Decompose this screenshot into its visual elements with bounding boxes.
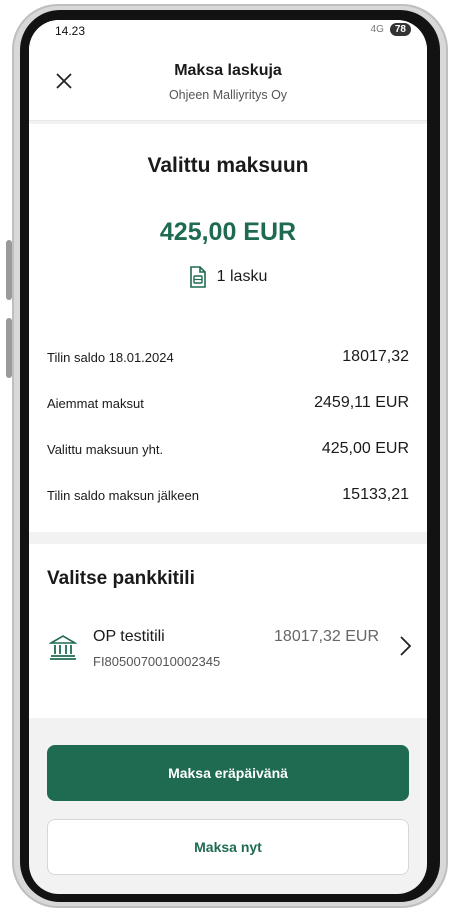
power-button — [6, 318, 12, 378]
summary-row: Valittu maksuun yht. 425,00 EUR — [47, 440, 409, 458]
account-name: OP testitili — [93, 628, 165, 645]
summary-row-label: Valittu maksuun yht. — [47, 441, 164, 457]
summary-row: Tilin saldo 18.01.2024 18017,32 — [47, 348, 409, 366]
status-bar: 14.23 4G 78 — [29, 20, 427, 44]
summary-row-label: Tilin saldo 18.01.2024 — [47, 349, 174, 365]
summary-title: Valittu maksuun — [147, 154, 309, 177]
invoice-count: 1 lasku — [29, 266, 427, 288]
summary-row: Tilin saldo maksun jälkeen 15133,21 — [47, 486, 409, 504]
volume-button — [6, 240, 12, 300]
summary-row-label: Tilin saldo maksun jälkeen — [47, 487, 199, 503]
chevron-right-icon — [400, 636, 412, 656]
status-time: 14.23 — [55, 24, 86, 38]
pay-now-button[interactable]: Maksa nyt — [47, 819, 409, 875]
header: Maksa laskuja Ohjeen Malliyritys Oy — [29, 44, 427, 121]
signal-icon: 4G — [370, 24, 384, 35]
section-title: Valitse pankkitili — [47, 568, 195, 589]
page-title: Maksa laskuja — [174, 62, 282, 79]
summary-row-value: 2459,11 EUR — [314, 394, 409, 411]
payment-summary: Valittu maksuun 425,00 EUR 1 lasku Tilin… — [29, 124, 427, 532]
account-item[interactable]: OP testitili FI8050070010002345 18017,32… — [29, 614, 427, 684]
account-selection: Valitse pankkitili OP testitili FI805007… — [29, 544, 427, 718]
account-balance: 18017,32 EUR — [274, 628, 379, 645]
account-iban: FI8050070010002345 — [93, 654, 221, 669]
summary-row-value: 425,00 EUR — [321, 440, 409, 457]
summary-row-value: 15133,21 — [342, 486, 409, 503]
battery-icon: 78 — [389, 23, 411, 36]
summary-row: Aiemmat maksut 2459,11 EUR — [47, 394, 409, 412]
screen: 14.23 4G 78 Maksa laskuja Ohjeen Malliyr… — [29, 20, 427, 894]
summary-row-value: 18017,32 — [342, 348, 409, 365]
summary-row-label: Aiemmat maksut — [47, 395, 144, 411]
page-subtitle: Ohjeen Malliyritys Oy — [168, 88, 288, 102]
document-icon — [189, 266, 206, 288]
total-amount: 425,00 EUR — [159, 218, 297, 246]
pay-on-due-date-button[interactable]: Maksa eräpäivänä — [47, 745, 409, 801]
bank-icon — [49, 635, 77, 660]
invoice-count-label: 1 lasku — [216, 268, 268, 285]
status-icons: 4G 78 — [371, 23, 411, 36]
